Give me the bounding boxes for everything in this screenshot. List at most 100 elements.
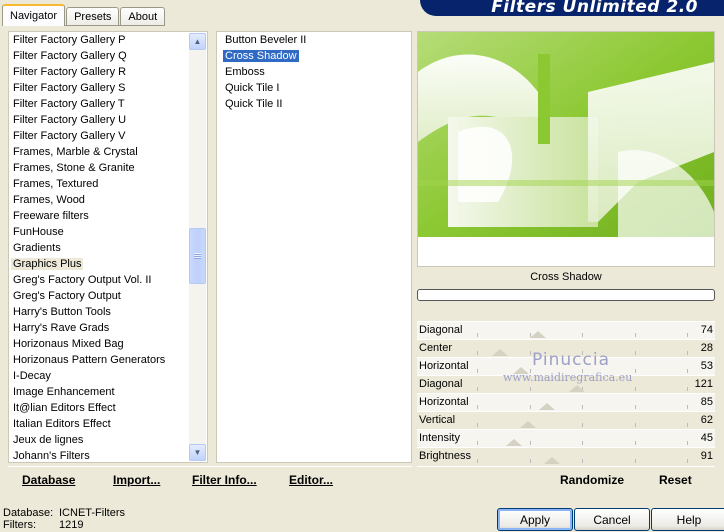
preview-toolbar: Randomize Reset xyxy=(417,466,715,492)
category-item[interactable]: Filter Factory Gallery P xyxy=(9,32,207,48)
randomize-button[interactable]: Randomize xyxy=(560,469,624,491)
database-button[interactable]: Database xyxy=(22,469,75,491)
filter-name-caption: Cross Shadow xyxy=(417,267,715,287)
slider-value: 62 xyxy=(700,414,713,426)
arrow-down-icon: ▼ xyxy=(193,448,202,457)
slider-track[interactable] xyxy=(477,430,688,447)
slider-row: Intensity 45 xyxy=(417,429,715,447)
tab-navigator[interactable]: Navigator xyxy=(2,4,66,26)
slider-thumb[interactable] xyxy=(506,439,523,446)
filter-item[interactable]: Button Beveler II xyxy=(221,32,411,48)
category-item[interactable]: Filter Factory Gallery Q xyxy=(9,48,207,64)
editor-button[interactable]: Editor... xyxy=(289,469,333,491)
filter-item[interactable]: Emboss xyxy=(221,64,411,80)
category-item[interactable]: Harry's Button Tools xyxy=(9,304,207,320)
slider-thumb[interactable] xyxy=(492,349,509,356)
slider-thumb[interactable] xyxy=(520,421,537,428)
slider-label: Horizontal xyxy=(419,396,469,408)
slider-value: 45 xyxy=(700,432,713,444)
slider-label: Brightness xyxy=(419,450,471,462)
slider-label: Center xyxy=(419,342,453,354)
slider-track[interactable] xyxy=(477,322,688,339)
category-item[interactable]: Filter Factory Gallery T xyxy=(9,96,207,112)
category-item[interactable]: Johann's Filters xyxy=(9,448,207,462)
watermark-site: www.maidiregrafica.eu xyxy=(503,371,633,384)
category-item[interactable]: Horizonaus Mixed Bag xyxy=(9,336,207,352)
slider-track[interactable] xyxy=(477,412,688,429)
slider-thumb[interactable] xyxy=(539,403,555,410)
parameter-sliders: Diagonal 74 Center 28 Horizontal 53 Diagonal 12… xyxy=(417,321,715,465)
scroll-thumb[interactable] xyxy=(189,228,206,284)
watermark-name: Pinuccia xyxy=(532,350,610,370)
category-item[interactable]: It@lian Editors Effect xyxy=(9,400,207,416)
reset-button[interactable]: Reset xyxy=(659,469,692,491)
filter-list[interactable]: Button Beveler II Cross Shadow Emboss Quick… xyxy=(216,31,412,463)
category-item[interactable]: Jeux de lignes xyxy=(9,432,207,448)
slider-value: 121 xyxy=(694,378,713,390)
help-button[interactable]: Help xyxy=(651,508,724,531)
slider-value: 74 xyxy=(700,324,713,336)
category-item[interactable]: Filter Factory Gallery S xyxy=(9,80,207,96)
slider-row: Brightness 91 xyxy=(417,447,715,465)
banner-title: Filters Unlimited 2.0 xyxy=(491,0,698,16)
tab-presets[interactable]: Presets xyxy=(66,7,120,26)
slider-value: 28 xyxy=(700,342,713,354)
category-item[interactable]: Frames, Wood xyxy=(9,192,207,208)
category-item[interactable]: Gradients xyxy=(9,240,207,256)
category-item[interactable]: Filter Factory Gallery V xyxy=(9,128,207,144)
grip-icon xyxy=(194,253,201,259)
slider-row: Horizontal 85 xyxy=(417,393,715,411)
arrow-up-icon: ▲ xyxy=(193,37,202,46)
scroll-down-button[interactable]: ▼ xyxy=(189,444,206,461)
category-item[interactable]: Italian Editors Effect xyxy=(9,416,207,432)
category-item[interactable]: Frames, Textured xyxy=(9,176,207,192)
slider-label: Horizontal xyxy=(419,360,469,372)
slider-label: Vertical xyxy=(419,414,456,426)
navigator-toolbar: Database Import... Filter Info... Editor… xyxy=(8,466,412,492)
slider-value: 85 xyxy=(700,396,713,408)
filter-info-button[interactable]: Filter Info... xyxy=(192,469,257,491)
scroll-up-button[interactable]: ▲ xyxy=(189,33,206,50)
import-button[interactable]: Import... xyxy=(113,469,160,491)
slider-row: Vertical 62 xyxy=(417,411,715,429)
category-item[interactable]: Frames, Marble & Crystal xyxy=(9,144,207,160)
category-item[interactable]: FunHouse xyxy=(9,224,207,240)
filter-item[interactable]: Quick Tile I xyxy=(221,80,411,96)
category-item[interactable]: I-Decay xyxy=(9,368,207,384)
slider-value: 53 xyxy=(700,360,713,372)
slider-track[interactable] xyxy=(477,394,688,411)
apply-button[interactable]: Apply xyxy=(497,508,573,531)
category-scrollbar[interactable]: ▲ ▼ xyxy=(189,33,206,461)
filter-item[interactable]: Cross Shadow xyxy=(221,48,411,64)
progress-bar xyxy=(417,289,715,301)
category-item[interactable]: Frames, Stone & Granite xyxy=(9,160,207,176)
slider-label: Diagonal xyxy=(419,324,463,336)
category-item[interactable]: Graphics Plus xyxy=(9,256,207,272)
category-item[interactable]: Image Enhancement xyxy=(9,384,207,400)
slider-thumb[interactable] xyxy=(543,457,560,464)
category-item[interactable]: Harry's Rave Grads xyxy=(9,320,207,336)
preview-image xyxy=(417,31,715,267)
preview-artwork xyxy=(418,32,714,266)
category-item[interactable]: Horizonaus Pattern Generators xyxy=(9,352,207,368)
category-item[interactable]: Freeware filters xyxy=(9,208,207,224)
status-database: Database: ICNET-Filters xyxy=(3,507,125,519)
category-item[interactable]: Filter Factory Gallery U xyxy=(9,112,207,128)
status-filters: Filters: 1219 xyxy=(3,519,84,531)
slider-track[interactable] xyxy=(477,448,688,465)
category-item[interactable]: Filter Factory Gallery R xyxy=(9,64,207,80)
slider-row: Diagonal 74 xyxy=(417,321,715,339)
tab-strip: Navigator Presets About xyxy=(2,4,166,26)
filter-item[interactable]: Quick Tile II xyxy=(221,96,411,112)
category-item[interactable]: Greg's Factory Output xyxy=(9,288,207,304)
category-list[interactable]: Filter Factory Gallery P Filter Factory G… xyxy=(8,31,208,463)
slider-thumb[interactable] xyxy=(568,385,585,392)
category-item[interactable]: Greg's Factory Output Vol. II xyxy=(9,272,207,288)
slider-label: Intensity xyxy=(419,432,460,444)
slider-value: 91 xyxy=(700,450,713,462)
slider-label: Diagonal xyxy=(419,378,463,390)
banner: Filters Unlimited 2.0 xyxy=(420,0,724,16)
slider-thumb[interactable] xyxy=(529,331,546,338)
cancel-button[interactable]: Cancel xyxy=(574,508,650,531)
tab-about[interactable]: About xyxy=(120,7,166,26)
